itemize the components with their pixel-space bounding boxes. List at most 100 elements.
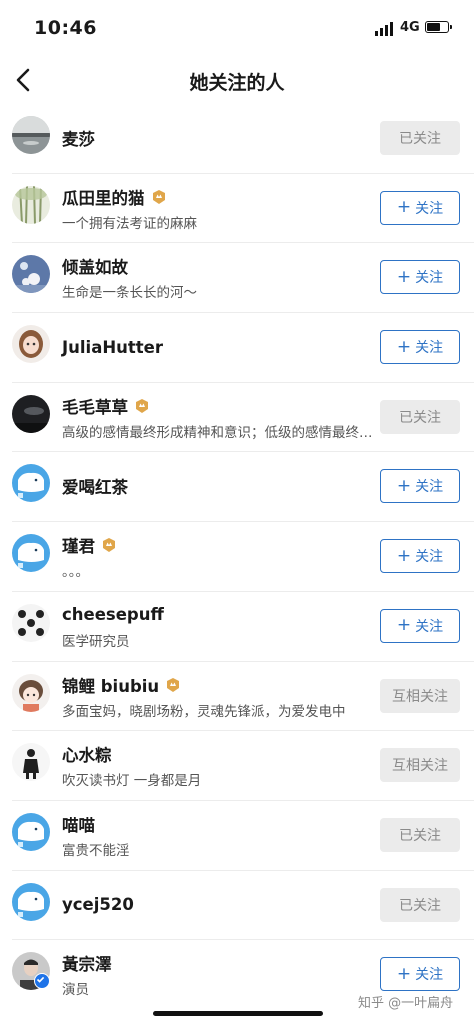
user-row[interactable]: ycej520 已关注 <box>12 871 474 941</box>
button-label: 关注 <box>415 549 444 566</box>
avatar[interactable] <box>12 603 50 642</box>
button-label: 关注 <box>415 340 444 357</box>
button-label: 互相关注 <box>392 758 448 775</box>
followed-users-list: 麦莎 已关注 瓜田里的猫 一个拥有法考证的麻麻 + 关注 倾盖如故 生命是一条长长的河～ + 关注… <box>0 104 474 1009</box>
name-line: 心水粽 <box>62 743 112 765</box>
following-button[interactable]: 互相关注 <box>380 748 460 783</box>
button-label: 关注 <box>415 270 444 287</box>
avatar[interactable] <box>12 116 50 154</box>
follow-button[interactable]: + 关注 <box>380 469 460 504</box>
avatar[interactable] <box>12 464 50 503</box>
button-label: 已关注 <box>399 409 441 426</box>
user-name[interactable]: 锦鲤 biubiu <box>62 673 159 697</box>
user-row[interactable]: 倾盖如故生命是一条长长的河～ + 关注 <box>12 243 474 314</box>
name-line: cheesepuff <box>62 604 164 626</box>
user-name[interactable]: 黃宗澤 <box>62 951 112 975</box>
name-line: 瑾君 <box>62 534 117 556</box>
button-label: 已关注 <box>399 827 441 844</box>
navigation-bar: 她关注的人 <box>0 56 474 104</box>
name-line: JuliaHutter <box>62 336 163 358</box>
user-row[interactable]: 锦鲤 biubiu 多面宝妈，晓剧场粉，灵魂先锋派，为爱发电中 互相关注 <box>12 662 474 732</box>
plus-icon: + <box>396 545 412 566</box>
signal-icon <box>375 22 395 36</box>
user-row[interactable]: 瓜田里的猫一个拥有法考证的麻麻 + 关注 <box>12 174 474 244</box>
button-label: 已关注 <box>399 131 441 147</box>
user-bio: 医学研究员 <box>62 633 130 650</box>
name-line: 喵喵 <box>62 813 95 835</box>
plus-icon: + <box>396 266 412 287</box>
user-name[interactable]: 瓜田里的猫 <box>62 185 145 209</box>
verified-icon <box>34 973 50 990</box>
user-bio: 演员 <box>62 982 89 999</box>
follow-button[interactable]: + 关注 <box>380 539 460 574</box>
user-name[interactable]: ycej520 <box>62 895 134 914</box>
following-button[interactable]: 已关注 <box>380 887 460 922</box>
user-row[interactable]: 麦莎 已关注 <box>12 104 474 174</box>
watermark: 知乎 @一叶扁舟 <box>358 996 454 1011</box>
button-label: 关注 <box>415 479 444 496</box>
follow-button[interactable]: + 关注 <box>380 608 460 643</box>
user-bio: 富贵不能淫 <box>62 842 130 859</box>
follow-button[interactable]: + 关注 <box>380 330 460 365</box>
user-name[interactable]: 麦莎 <box>62 126 95 150</box>
button-label: 已关注 <box>399 897 441 914</box>
user-row[interactable]: 毛毛草草高级的感情最终形成精神和意识；低级的感情最终形成 已关注 <box>12 383 474 453</box>
user-name[interactable]: 倾盖如故 <box>62 254 128 278</box>
follow-button[interactable]: + 关注 <box>380 260 460 295</box>
name-line: 毛毛草草 <box>62 395 150 417</box>
follow-button[interactable]: + 关注 <box>380 957 460 992</box>
button-label: 关注 <box>415 618 444 635</box>
following-button[interactable]: 已关注 <box>380 121 460 155</box>
user-bio: 高级的感情最终形成精神和意识；低级的感情最终形成 <box>62 424 378 441</box>
follow-button[interactable]: + 关注 <box>380 190 460 225</box>
button-label: 关注 <box>415 200 444 217</box>
avatar[interactable] <box>12 812 50 851</box>
following-button[interactable]: 已关注 <box>380 399 460 434</box>
battery-icon <box>425 21 452 33</box>
avatar[interactable] <box>12 743 50 782</box>
creator-badge-icon <box>165 677 181 693</box>
button-label: 关注 <box>415 967 444 984</box>
creator-badge-icon <box>151 189 167 205</box>
user-bio: 一个拥有法考证的麻麻 <box>62 215 197 232</box>
user-row[interactable]: 心水粽吹灭读书灯 一身都是月 互相关注 <box>12 731 474 801</box>
avatar[interactable] <box>12 325 50 364</box>
following-button[interactable]: 互相关注 <box>380 678 460 713</box>
avatar[interactable] <box>12 394 50 433</box>
plus-icon: + <box>396 336 412 357</box>
name-line: 锦鲤 biubiu <box>62 674 181 696</box>
user-name[interactable]: 爱喝红茶 <box>62 474 128 498</box>
name-line: 爱喝红茶 <box>62 475 128 497</box>
button-label: 互相关注 <box>392 688 448 705</box>
user-bio: 吹灭读书灯 一身都是月 <box>62 773 202 790</box>
plus-icon: + <box>396 197 412 218</box>
user-bio: 多面宝妈，晓剧场粉，灵魂先锋派，为爱发电中 <box>62 703 346 720</box>
status-bar: 10:46 4G <box>0 0 474 56</box>
avatar[interactable] <box>12 185 50 224</box>
avatar[interactable] <box>12 882 50 921</box>
user-bio: 生命是一条长长的河～ <box>62 285 197 302</box>
following-button[interactable]: 已关注 <box>380 817 460 852</box>
name-line: 瓜田里的猫 <box>62 186 167 208</box>
avatar[interactable] <box>12 673 50 712</box>
user-name[interactable]: 毛毛草草 <box>62 394 128 418</box>
name-line: 麦莎 <box>62 127 95 149</box>
user-row[interactable]: JuliaHutter + 关注 <box>12 313 474 383</box>
user-name[interactable]: cheesepuff <box>62 605 164 624</box>
user-row[interactable]: 喵喵富贵不能淫 已关注 <box>12 801 474 871</box>
avatar[interactable] <box>12 534 50 573</box>
user-row[interactable]: cheesepuff 医学研究员 + 关注 <box>12 592 474 662</box>
network-label: 4G <box>400 20 420 35</box>
user-name[interactable]: 瑾君 <box>62 533 95 557</box>
user-name[interactable]: 心水粽 <box>62 742 112 766</box>
user-name[interactable]: 喵喵 <box>62 812 95 836</box>
home-indicator[interactable] <box>153 1011 323 1016</box>
avatar[interactable] <box>12 255 50 294</box>
plus-icon: + <box>396 963 412 984</box>
plus-icon: + <box>396 615 412 636</box>
user-bio: 。。。 <box>62 564 89 581</box>
user-row[interactable]: 瑾君。。。 + 关注 <box>12 522 474 592</box>
user-name[interactable]: JuliaHutter <box>62 338 163 357</box>
plus-icon: + <box>396 475 412 496</box>
user-row[interactable]: 爱喝红茶 + 关注 <box>12 452 474 523</box>
